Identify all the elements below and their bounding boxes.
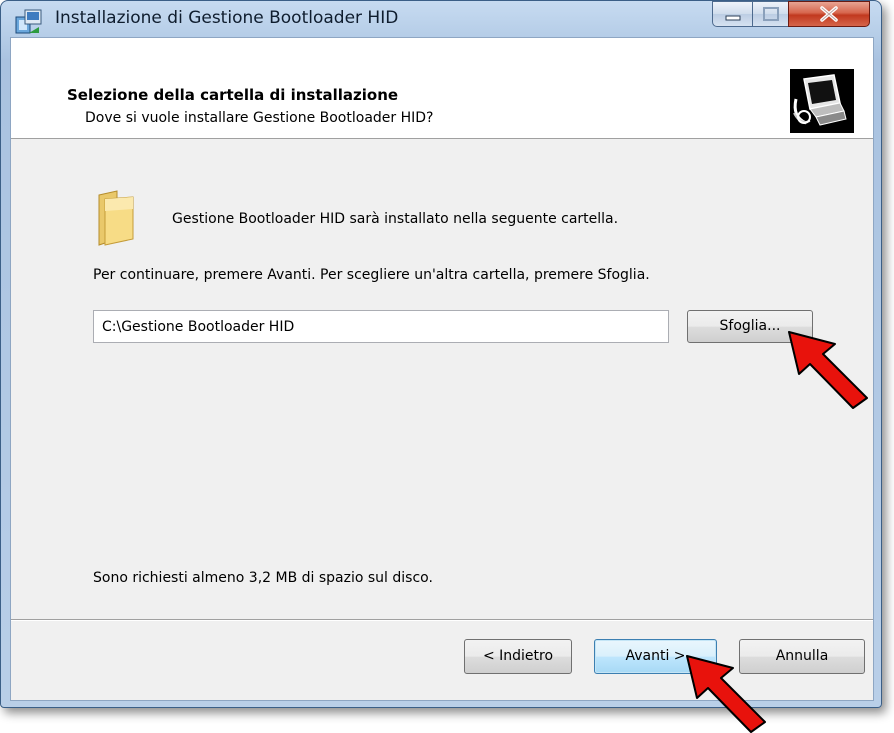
wizard-header: Selezione della cartella di installazion… bbox=[11, 38, 873, 139]
minimize-icon bbox=[725, 15, 741, 21]
maximize-icon bbox=[763, 7, 779, 21]
installer-window: Installazione di Gestione Bootloader HID… bbox=[0, 0, 882, 708]
window-title: Installazione di Gestione Bootloader HID bbox=[55, 8, 399, 28]
close-button[interactable] bbox=[788, 1, 870, 27]
arrow-browse bbox=[788, 331, 868, 409]
install-path-input[interactable]: C:\Gestione Bootloader HID bbox=[93, 310, 669, 343]
arrow-next bbox=[686, 655, 766, 733]
setup-icon bbox=[15, 9, 42, 34]
disk-space-text: Sono richiesti almeno 3,2 MB di spazio s… bbox=[93, 570, 433, 586]
install-info-text: Gestione Bootloader HID sarà installato … bbox=[172, 211, 619, 227]
title-bar[interactable]: Installazione di Gestione Bootloader HID bbox=[1, 1, 881, 37]
minimize-button[interactable] bbox=[712, 1, 754, 27]
computer-install-icon bbox=[790, 69, 854, 133]
wizard-client-area: Selezione della cartella di installazion… bbox=[10, 37, 874, 701]
close-icon bbox=[820, 6, 838, 22]
back-button[interactable]: < Indietro bbox=[464, 639, 572, 674]
maximize-button[interactable] bbox=[752, 1, 790, 27]
folder-icon bbox=[98, 190, 134, 246]
page-title: Selezione della cartella di installazion… bbox=[67, 86, 399, 104]
instruction-text: Per continuare, premere Avanti. Per sceg… bbox=[93, 267, 650, 283]
footer-separator bbox=[11, 619, 873, 621]
page-subtitle: Dove si vuole installare Gestione Bootlo… bbox=[85, 110, 434, 126]
